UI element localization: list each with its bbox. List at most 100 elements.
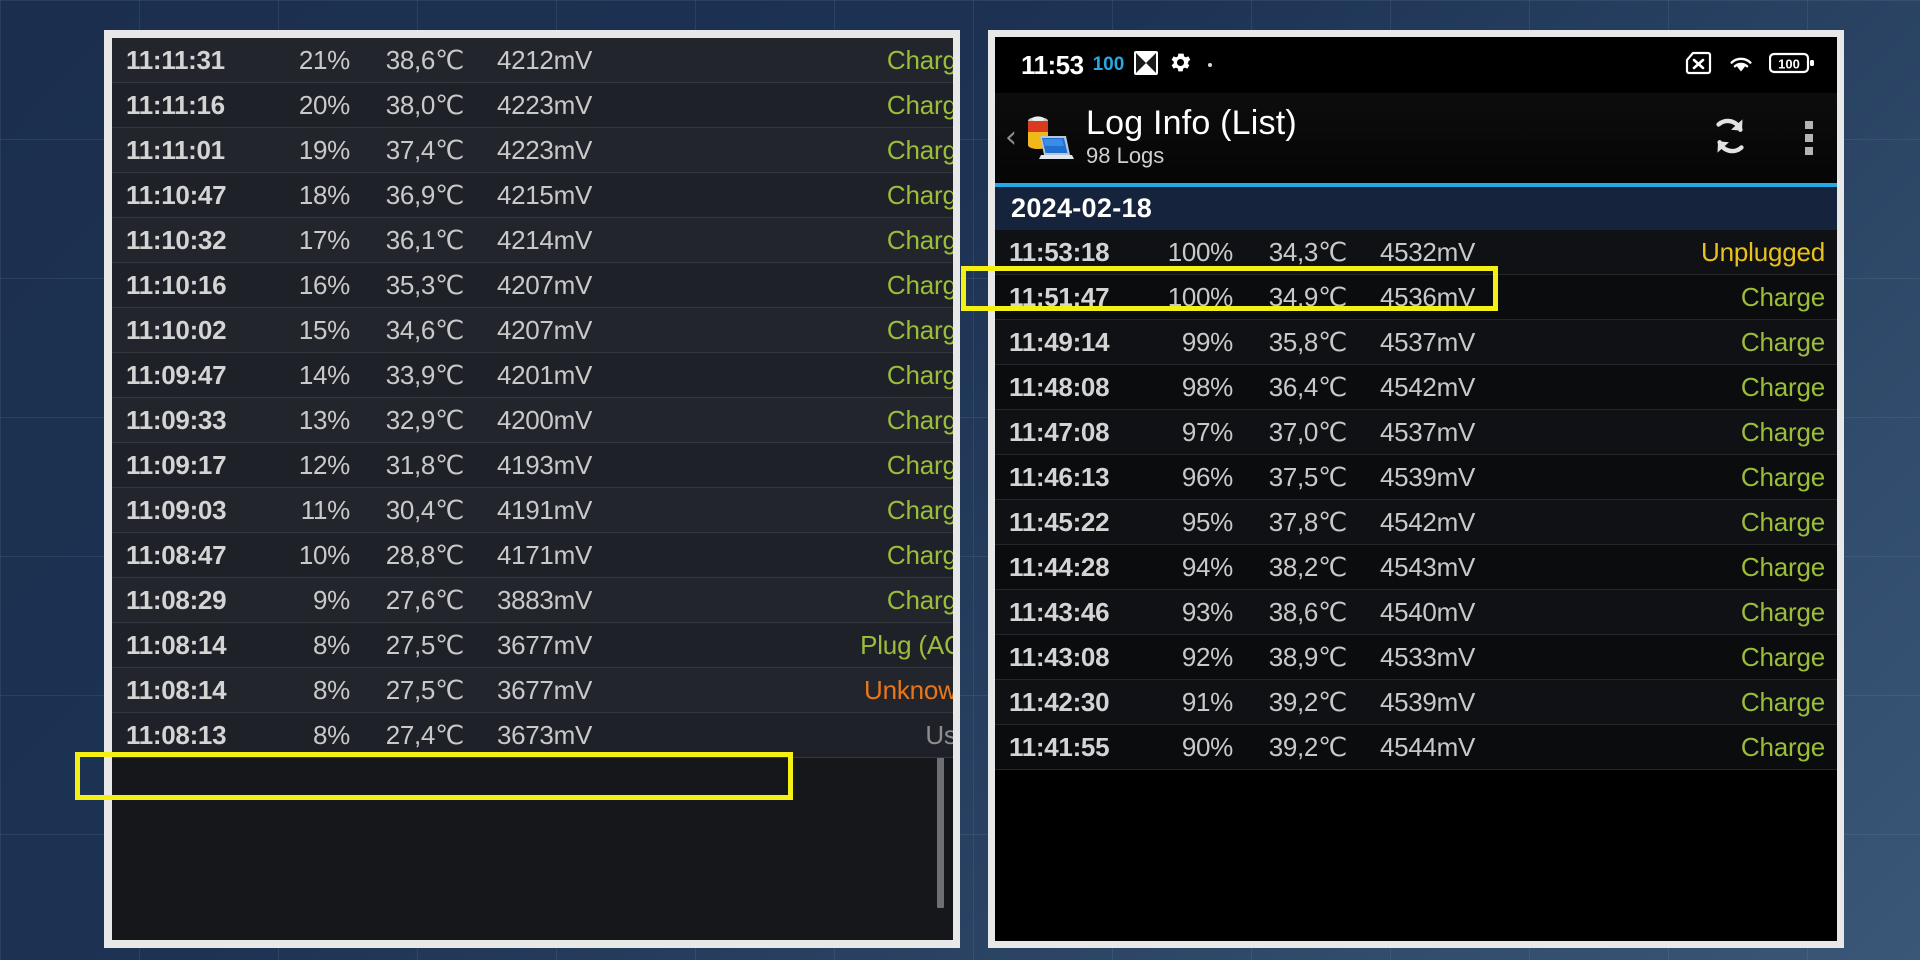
- row-time: 11:08:14: [126, 674, 227, 705]
- table-row[interactable]: 11:41:55 90% 39,2℃ 4544mV Charge: [995, 725, 1837, 770]
- table-row[interactable]: 11:08:14 8% 27,5℃ 3677mV Unknown: [112, 668, 953, 713]
- row-percent: 15%: [298, 314, 350, 345]
- left-log-list[interactable]: 11:11:31 21% 38,6℃ 4212mV Charge 11:11:16 20% 3…: [112, 38, 953, 940]
- row-voltage: 4214mV: [496, 224, 592, 255]
- table-row[interactable]: 11:46:13 96% 37,5℃ 4539mV Charge: [995, 455, 1837, 500]
- row-voltage: 4200mV: [496, 404, 592, 435]
- row-percent: 99%: [1181, 326, 1233, 357]
- table-row[interactable]: 11:09:03 11% 30,4℃ 4191mV Charge: [112, 488, 953, 533]
- row-percent: 9%: [313, 584, 350, 615]
- table-row[interactable]: 11:08:47 10% 28,8℃ 4171mV Charge: [112, 533, 953, 578]
- table-row[interactable]: 11:10:02 15% 34,6℃ 4207mV Charge: [112, 308, 953, 353]
- row-percent: 98%: [1181, 371, 1233, 402]
- row-percent: 12%: [298, 449, 350, 480]
- table-row[interactable]: 11:09:17 12% 31,8℃ 4193mV Charge: [112, 443, 953, 488]
- row-state: Unplugged: [1701, 236, 1825, 267]
- row-temperature: 34,6℃: [385, 314, 465, 345]
- table-row[interactable]: 11:47:08 97% 37,0℃ 4537mV Charge: [995, 410, 1837, 455]
- row-voltage: 3677mV: [496, 629, 592, 660]
- row-voltage: 4543mV: [1379, 551, 1475, 582]
- row-time: 11:10:47: [126, 179, 227, 210]
- table-row[interactable]: 11:08:13 8% 27,4℃ 3673mV Use: [112, 713, 953, 758]
- wifi-icon: [1726, 51, 1756, 80]
- row-voltage: 4223mV: [496, 89, 592, 120]
- row-temperature: 39,2℃: [1268, 686, 1348, 717]
- table-row[interactable]: 11:11:16 20% 38,0℃ 4223mV Charge: [112, 83, 953, 128]
- row-temperature: 27,5℃: [385, 629, 465, 660]
- row-voltage: 4540mV: [1379, 596, 1475, 627]
- row-voltage: 4537mV: [1379, 326, 1475, 357]
- row-state: Charge: [886, 539, 953, 570]
- table-row[interactable]: 11:10:47 18% 36,9℃ 4215mV Charge: [112, 173, 953, 218]
- row-voltage: 3677mV: [496, 674, 592, 705]
- row-voltage: 4536mV: [1379, 281, 1475, 312]
- row-temperature: 37,8℃: [1268, 506, 1348, 537]
- row-temperature: 38,2℃: [1268, 551, 1348, 582]
- table-row[interactable]: 11:09:47 14% 33,9℃ 4201mV Charge: [112, 353, 953, 398]
- row-percent: 95%: [1181, 506, 1233, 537]
- table-row[interactable]: 11:43:08 92% 38,9℃ 4533mV Charge: [995, 635, 1837, 680]
- row-state: Charge: [886, 134, 953, 165]
- row-state: Charge: [1740, 641, 1825, 672]
- overflow-menu-icon[interactable]: [1805, 121, 1813, 155]
- battery-icon: 100: [1768, 51, 1815, 80]
- row-state: Charge: [1740, 506, 1825, 537]
- row-state: Charge: [886, 224, 953, 255]
- row-temperature: 35,3℃: [385, 269, 465, 300]
- row-percent: 13%: [298, 404, 350, 435]
- row-voltage: 4207mV: [496, 269, 592, 300]
- table-row[interactable]: 11:09:33 13% 32,9℃ 4200mV Charge: [112, 398, 953, 443]
- table-row[interactable]: 11:44:28 94% 38,2℃ 4543mV Charge: [995, 545, 1837, 590]
- row-time: 11:08:13: [126, 719, 227, 750]
- table-row[interactable]: 11:11:01 19% 37,4℃ 4223mV Charge: [112, 128, 953, 173]
- row-percent: 97%: [1181, 416, 1233, 447]
- table-row[interactable]: 11:53:18 100% 34,3℃ 4532mV Unplugged: [995, 230, 1837, 275]
- row-percent: 8%: [313, 629, 350, 660]
- table-row[interactable]: 11:10:16 16% 35,3℃ 4207mV Charge: [112, 263, 953, 308]
- log-count-subtitle: 98 Logs: [1086, 143, 1165, 169]
- table-row[interactable]: 11:11:31 21% 38,6℃ 4212mV Charge: [112, 38, 953, 83]
- row-time: 11:08:29: [126, 584, 227, 615]
- row-time: 11:51:47: [1009, 281, 1110, 312]
- row-voltage: 4533mV: [1379, 641, 1475, 672]
- table-row[interactable]: 11:45:22 95% 37,8℃ 4542mV Charge: [995, 500, 1837, 545]
- row-temperature: 27,6℃: [385, 584, 465, 615]
- table-row[interactable]: 11:42:30 91% 39,2℃ 4539mV Charge: [995, 680, 1837, 725]
- row-state: Unknown: [864, 674, 953, 705]
- row-voltage: 4215mV: [496, 179, 592, 210]
- row-time: 11:43:46: [1009, 596, 1110, 627]
- right-log-list[interactable]: 11:53:18 100% 34,3℃ 4532mV Unplugged 11:51:47…: [995, 230, 1837, 941]
- row-percent: 8%: [313, 674, 350, 705]
- row-time: 11:11:31: [126, 44, 225, 75]
- table-row[interactable]: 11:43:46 93% 38,6℃ 4540mV Charge: [995, 590, 1837, 635]
- table-row[interactable]: 11:51:47 100% 34,9℃ 4536mV Charge: [995, 275, 1837, 320]
- row-temperature: 37,4℃: [385, 134, 465, 165]
- refresh-icon[interactable]: [1705, 111, 1755, 166]
- row-voltage: 4539mV: [1379, 461, 1475, 492]
- phone-screen: 11:53 100 100 ‹ Log Info (List) 98 Logs …: [995, 37, 1837, 941]
- table-row[interactable]: 11:08:14 8% 27,5℃ 3677mV Plug (AC): [112, 623, 953, 668]
- table-row[interactable]: 11:48:08 98% 36,4℃ 4542mV Charge: [995, 365, 1837, 410]
- table-row[interactable]: 11:08:29 9% 27,6℃ 3883mV Charge: [112, 578, 953, 623]
- row-temperature: 32,9℃: [385, 404, 465, 435]
- row-voltage: 4193mV: [496, 449, 592, 480]
- row-voltage: 4201mV: [496, 359, 592, 390]
- row-percent: 16%: [298, 269, 350, 300]
- app-action-bar: ‹ Log Info (List) 98 Logs: [995, 93, 1837, 183]
- row-time: 11:11:01: [126, 134, 225, 165]
- row-voltage: 4223mV: [496, 134, 592, 165]
- battery-laptop-icon: [1018, 110, 1074, 166]
- row-temperature: 36,1℃: [385, 224, 465, 255]
- row-time: 11:09:33: [126, 404, 227, 435]
- row-time: 11:53:18: [1009, 236, 1110, 267]
- table-row[interactable]: 11:10:32 17% 36,1℃ 4214mV Charge: [112, 218, 953, 263]
- row-voltage: 4207mV: [496, 314, 592, 345]
- row-voltage: 4542mV: [1379, 371, 1475, 402]
- row-time: 11:09:47: [126, 359, 227, 390]
- row-time: 11:09:17: [126, 449, 227, 480]
- row-percent: 17%: [298, 224, 350, 255]
- row-voltage: 4537mV: [1379, 416, 1475, 447]
- table-row[interactable]: 11:49:14 99% 35,8℃ 4537mV Charge: [995, 320, 1837, 365]
- back-button[interactable]: ‹: [1005, 123, 1017, 153]
- row-temperature: 37,5℃: [1268, 461, 1348, 492]
